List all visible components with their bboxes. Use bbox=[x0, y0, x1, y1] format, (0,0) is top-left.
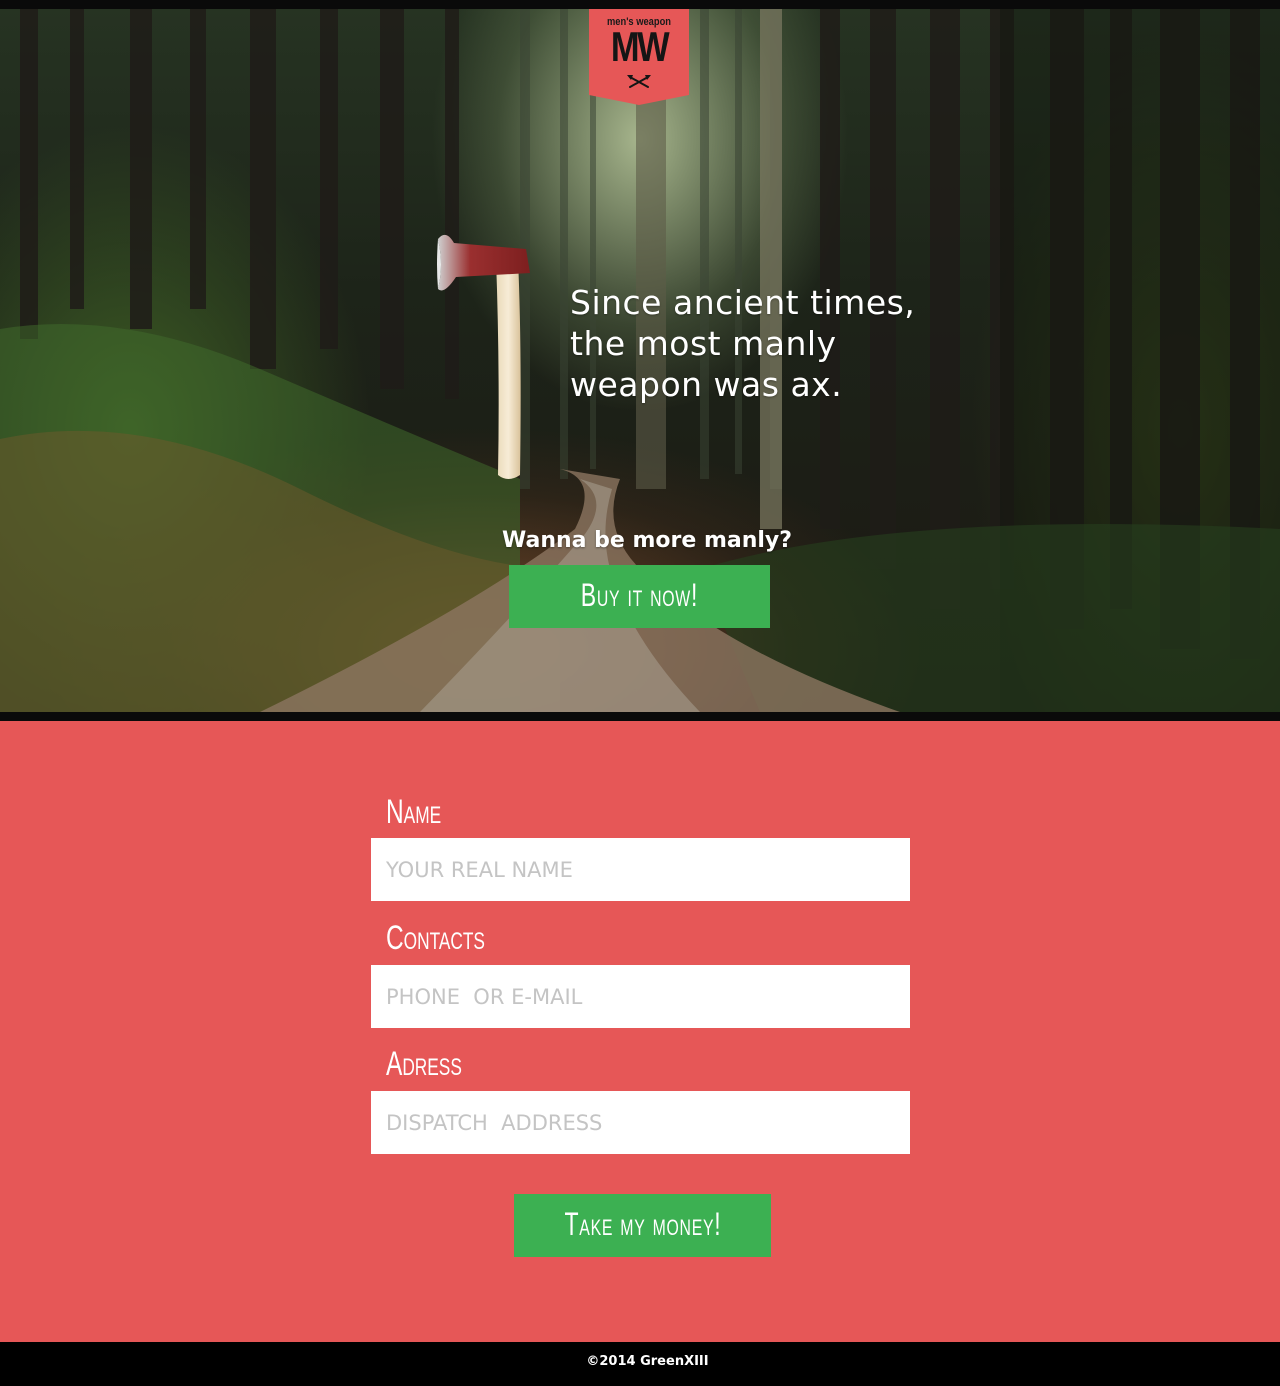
logo-wordmark: MW bbox=[610, 23, 670, 70]
section-divider bbox=[0, 712, 1280, 721]
address-label: Adress bbox=[386, 1045, 462, 1083]
hero-tagline: Since ancient times, the most manly weap… bbox=[570, 282, 990, 405]
axe-illustration bbox=[437, 234, 530, 479]
name-label: Name bbox=[386, 793, 442, 831]
buy-now-label: Buy it now! bbox=[580, 577, 699, 613]
tagline-line: Since ancient times, bbox=[570, 283, 916, 322]
address-input[interactable] bbox=[371, 1091, 910, 1154]
cta-question: Wanna be more manly? bbox=[501, 528, 793, 553]
contacts-input[interactable] bbox=[371, 965, 910, 1028]
buy-now-button[interactable]: Buy it now! bbox=[509, 565, 770, 628]
top-bar bbox=[0, 0, 1280, 9]
brand-logo[interactable]: men's weapon MW bbox=[589, 9, 689, 105]
take-my-money-button[interactable]: Take my money! bbox=[514, 1194, 771, 1257]
hero-section: men's weapon MW Since ancient times, the… bbox=[0, 9, 1280, 712]
footer: ©2014 GreenXIII bbox=[0, 1342, 1280, 1386]
crossed-axes-icon bbox=[627, 75, 651, 88]
tagline-line: weapon was ax. bbox=[570, 365, 843, 404]
order-form: Name Contacts Adress Take my money! bbox=[0, 721, 1280, 1342]
name-input[interactable] bbox=[371, 838, 910, 901]
copyright-text: ©2014 GreenXIII bbox=[586, 1354, 709, 1369]
submit-label: Take my money! bbox=[564, 1206, 721, 1242]
tagline-line: the most manly bbox=[570, 324, 837, 363]
contacts-label: Contacts bbox=[386, 919, 485, 957]
